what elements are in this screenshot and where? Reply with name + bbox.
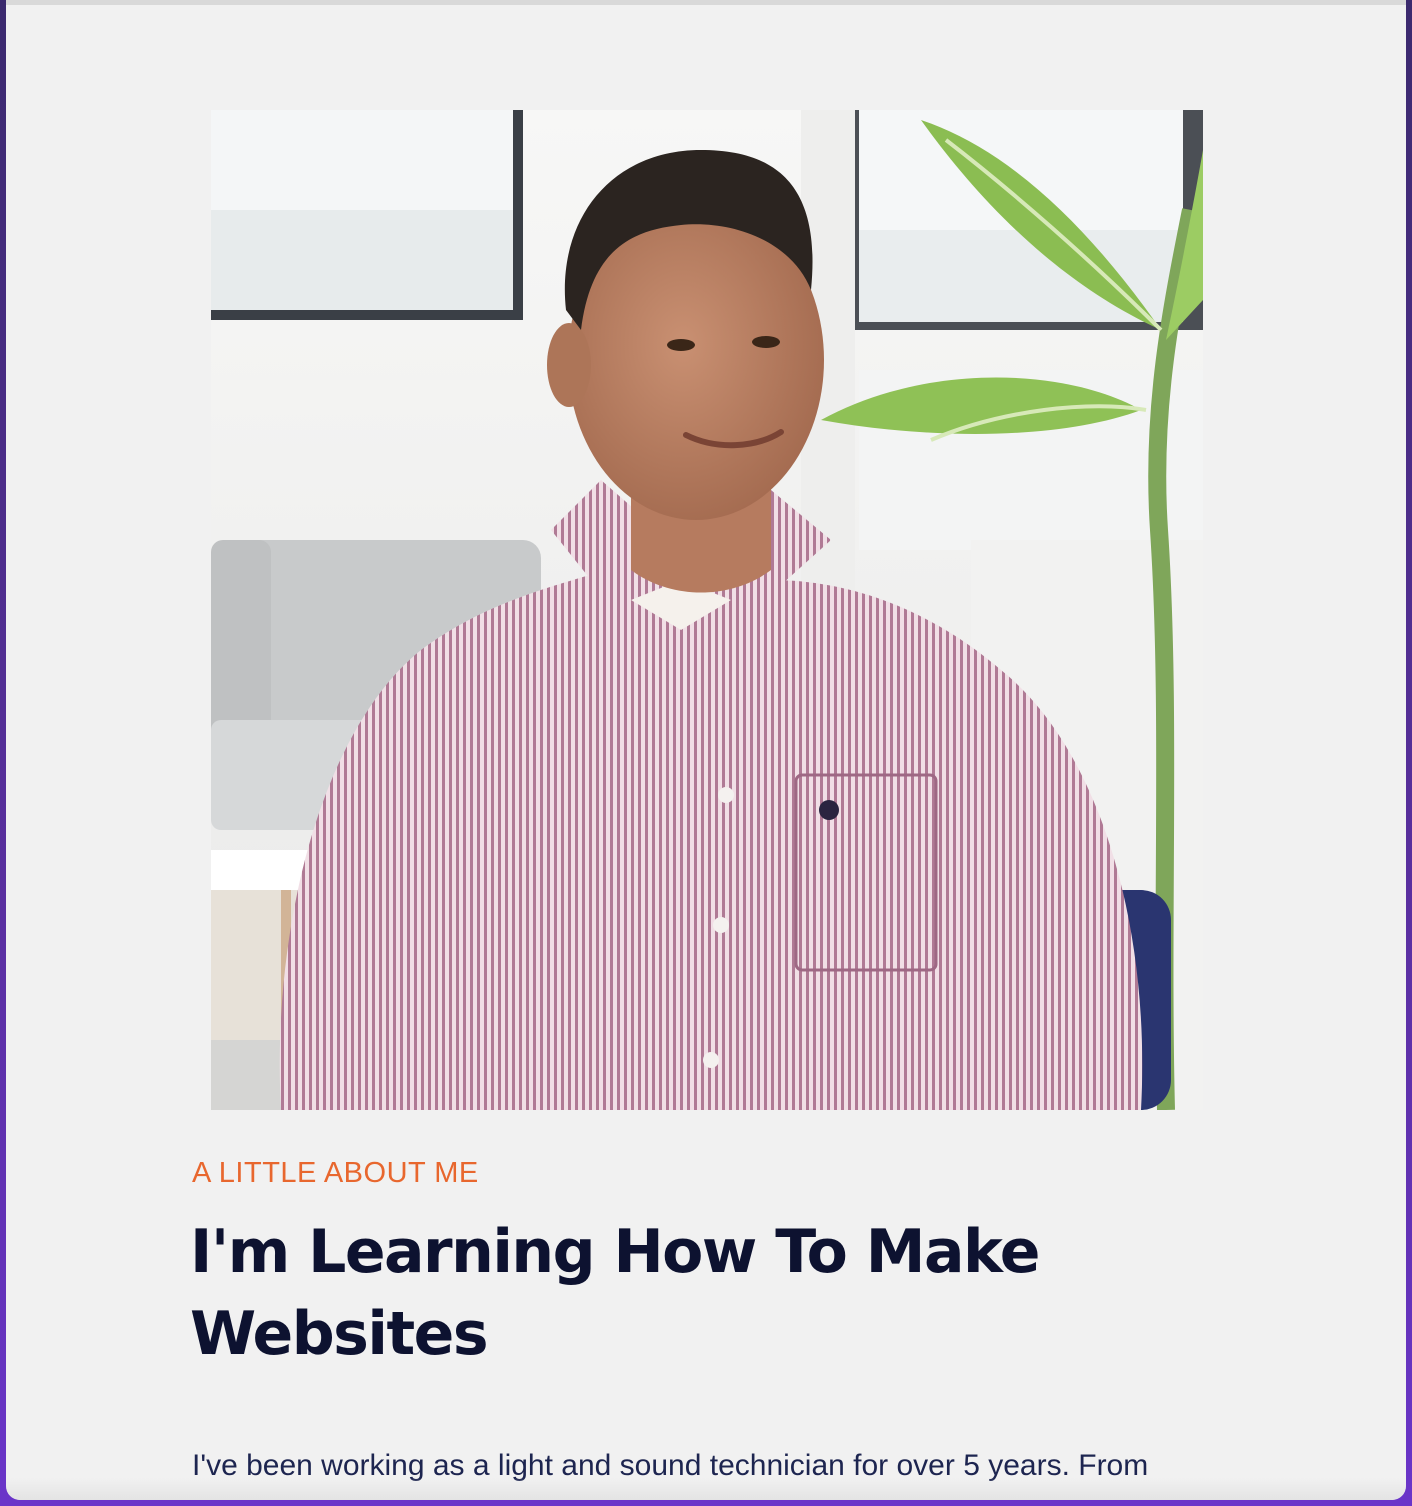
- section-eyebrow: A LITTLE ABOUT ME: [192, 1157, 479, 1189]
- scroll-fade: [6, 1478, 1406, 1500]
- about-heading: I'm Learning How To Make Websites: [190, 1217, 1040, 1369]
- profile-photo: [211, 110, 1203, 1110]
- browser-window: A LITTLE ABOUT ME I'm Learning How To Ma…: [6, 0, 1406, 1500]
